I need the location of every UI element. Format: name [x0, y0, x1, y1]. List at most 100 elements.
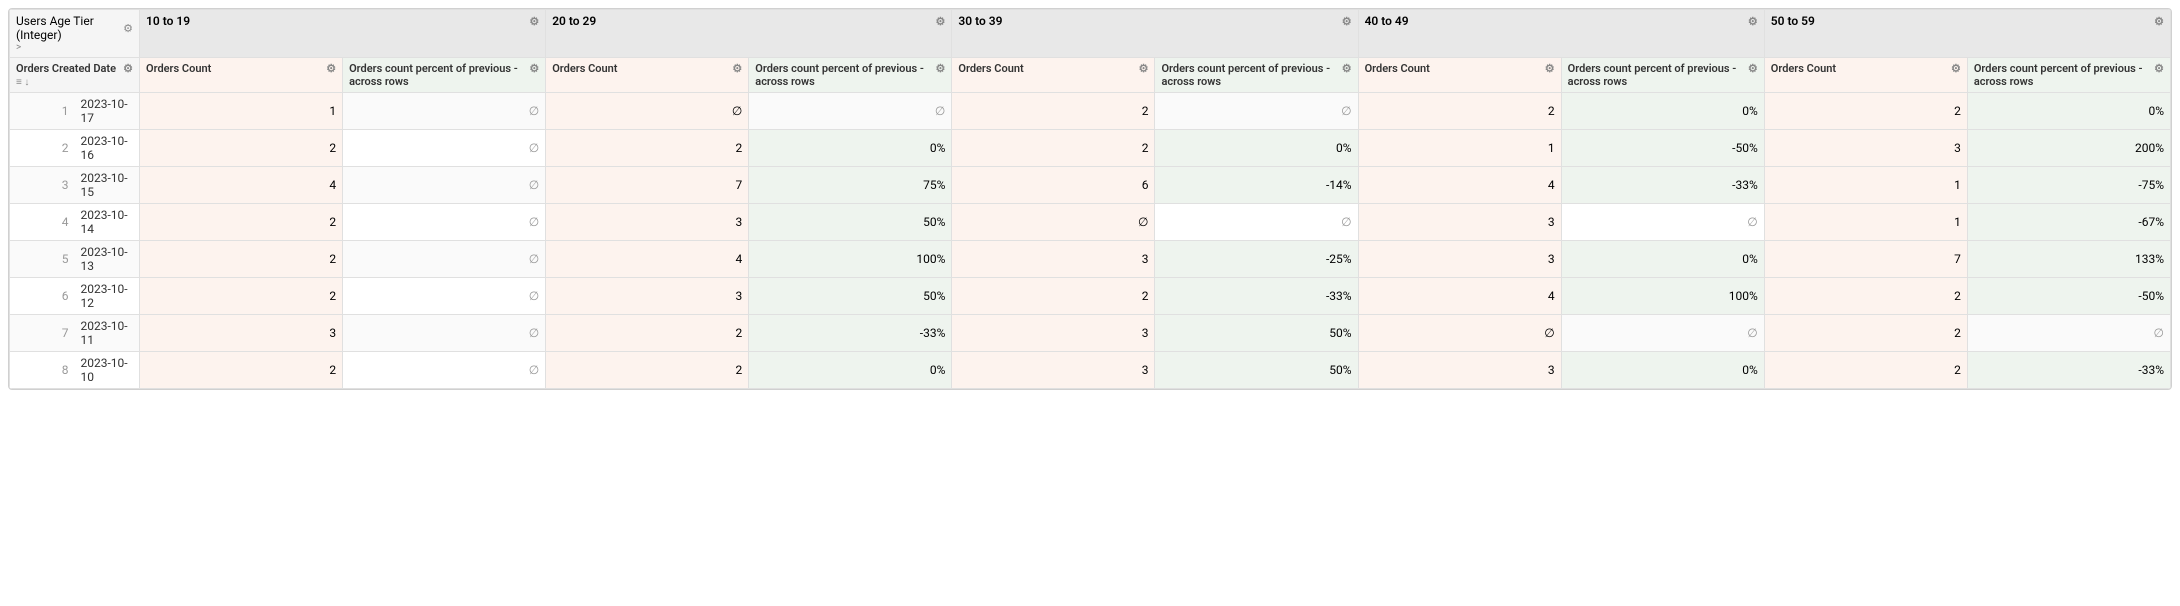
- t5-pct-cell: ∅: [1967, 315, 2170, 352]
- t2-pct-cell: 50%: [749, 278, 952, 315]
- t2-count-cell: 3: [546, 278, 749, 315]
- t3-count-cell: 2: [952, 93, 1155, 130]
- t1-pct-cell: ∅: [343, 167, 546, 204]
- tier-4049-gear-icon[interactable]: ⚙: [1748, 15, 1758, 28]
- t2-orders-label: Orders Count: [552, 62, 617, 75]
- t5-pct-cell: 133%: [1967, 241, 2170, 278]
- t4-orders-label: Orders Count: [1365, 62, 1430, 75]
- t4-count-cell: 2: [1358, 93, 1561, 130]
- t4-pct-cell: ∅: [1561, 204, 1764, 241]
- t1-orders-gear[interactable]: ⚙: [326, 62, 336, 75]
- t5-percent-gear[interactable]: ⚙: [2154, 62, 2164, 75]
- t4-pct-cell: -50%: [1561, 130, 1764, 167]
- t4-pct-cell: ∅: [1561, 315, 1764, 352]
- tier-3039-gear-icon[interactable]: ⚙: [1342, 15, 1352, 28]
- row-number: 7: [10, 315, 75, 352]
- t1-orders-label: Orders Count: [146, 62, 211, 75]
- date-gear-icon[interactable]: ⚙: [123, 62, 133, 75]
- t4-percent-gear[interactable]: ⚙: [1748, 62, 1758, 75]
- row-date: 2023-10-11: [75, 315, 140, 352]
- t5-count-cell: 2: [1764, 352, 1967, 389]
- t4-count-cell: 3: [1358, 204, 1561, 241]
- t1-count-cell: 2: [140, 130, 343, 167]
- t4-count-cell: 1: [1358, 130, 1561, 167]
- t5-count-cell: 2: [1764, 278, 1967, 315]
- tier-1019-label: 10 to 19: [146, 14, 190, 28]
- t1-pct-cell: ∅: [343, 204, 546, 241]
- t3-count-cell: 3: [952, 315, 1155, 352]
- t5-orders-gear[interactable]: ⚙: [1951, 62, 1961, 75]
- t3-pct-cell: -33%: [1155, 278, 1358, 315]
- t5-pct-cell: -75%: [1967, 167, 2170, 204]
- row-date: 2023-10-17: [75, 93, 140, 130]
- tier-1019-gear-icon[interactable]: ⚙: [529, 15, 539, 28]
- t3-orders-gear[interactable]: ⚙: [1139, 62, 1149, 75]
- row-number: 6: [10, 278, 75, 315]
- tier-4049-label: 40 to 49: [1365, 14, 1409, 28]
- t2-count-cell: 2: [546, 130, 749, 167]
- t4-count-cell: 4: [1358, 278, 1561, 315]
- tier-2029-label: 20 to 29: [552, 14, 596, 28]
- t4-percent-header: Orders count percent of previous - acros…: [1561, 58, 1764, 93]
- tier-1019-header: 10 to 19 ⚙: [140, 10, 546, 58]
- t4-orders-gear[interactable]: ⚙: [1545, 62, 1555, 75]
- t5-pct-cell: -33%: [1967, 352, 2170, 389]
- t1-count-cell: 2: [140, 278, 343, 315]
- t3-percent-gear[interactable]: ⚙: [1342, 62, 1352, 75]
- t1-orders-header: Orders Count ⚙: [140, 58, 343, 93]
- t4-pct-cell: 0%: [1561, 241, 1764, 278]
- t3-count-cell: 2: [952, 130, 1155, 167]
- dimension-header: Users Age Tier (Integer) ⚙ >: [10, 10, 140, 58]
- t4-pct-cell: 0%: [1561, 352, 1764, 389]
- t2-count-cell: 2: [546, 352, 749, 389]
- t1-count-cell: 1: [140, 93, 343, 130]
- row-number: 8: [10, 352, 75, 389]
- t5-orders-label: Orders Count: [1771, 62, 1836, 75]
- row-date: 2023-10-15: [75, 167, 140, 204]
- t5-count-cell: 1: [1764, 204, 1967, 241]
- tier-3039-header: 30 to 39 ⚙: [952, 10, 1358, 58]
- row-date: 2023-10-13: [75, 241, 140, 278]
- t3-percent-label: Orders count percent of previous - acros…: [1161, 62, 1341, 88]
- dimension-gear-icon[interactable]: ⚙: [123, 22, 133, 35]
- date-sort-icon[interactable]: ≡ ↓: [16, 77, 29, 88]
- t3-pct-cell: -14%: [1155, 167, 1358, 204]
- table-row: 5 2023-10-13 2 ∅ 4 100% 3 -25% 3 0% 7 13…: [10, 241, 2171, 278]
- t1-percent-label: Orders count percent of previous - acros…: [349, 62, 529, 88]
- t2-pct-cell: 100%: [749, 241, 952, 278]
- dimension-label: Users Age Tier (Integer): [16, 14, 123, 42]
- t2-pct-cell: 0%: [749, 352, 952, 389]
- t1-pct-cell: ∅: [343, 278, 546, 315]
- t2-percent-gear[interactable]: ⚙: [936, 62, 946, 75]
- t2-count-cell: 2: [546, 315, 749, 352]
- t3-pct-cell: ∅: [1155, 204, 1358, 241]
- t2-count-cell: 4: [546, 241, 749, 278]
- tier-4049-header: 40 to 49 ⚙: [1358, 10, 1764, 58]
- table-row: 7 2023-10-11 3 ∅ 2 -33% 3 50% ∅ ∅ 2 ∅: [10, 315, 2171, 352]
- t2-count-cell: 7: [546, 167, 749, 204]
- date-col-header: Orders Created Date ≡ ↓ ⚙: [10, 58, 140, 93]
- tier-3039-label: 30 to 39: [958, 14, 1002, 28]
- table-row: 4 2023-10-14 2 ∅ 3 50% ∅ ∅ 3 ∅ 1 -67%: [10, 204, 2171, 241]
- row-number: 3: [10, 167, 75, 204]
- table-row: 6 2023-10-12 2 ∅ 3 50% 2 -33% 4 100% 2 -…: [10, 278, 2171, 315]
- t2-percent-label: Orders count percent of previous - acros…: [755, 62, 935, 88]
- tier-5059-gear-icon[interactable]: ⚙: [2154, 15, 2164, 28]
- t5-pct-cell: 0%: [1967, 93, 2170, 130]
- t5-orders-header: Orders Count ⚙: [1764, 58, 1967, 93]
- tier-5059-header: 50 to 59 ⚙: [1764, 10, 2170, 58]
- t3-pct-cell: 50%: [1155, 352, 1358, 389]
- t1-percent-gear[interactable]: ⚙: [529, 62, 539, 75]
- t2-pct-cell: 50%: [749, 204, 952, 241]
- t3-orders-header: Orders Count ⚙: [952, 58, 1155, 93]
- t4-orders-header: Orders Count ⚙: [1358, 58, 1561, 93]
- row-date: 2023-10-10: [75, 352, 140, 389]
- t2-orders-gear[interactable]: ⚙: [732, 62, 742, 75]
- t5-percent-label: Orders count percent of previous - acros…: [1974, 62, 2154, 88]
- tier-2029-gear-icon[interactable]: ⚙: [936, 15, 946, 28]
- row-date: 2023-10-16: [75, 130, 140, 167]
- t3-pct-cell: 0%: [1155, 130, 1358, 167]
- t5-pct-cell: -67%: [1967, 204, 2170, 241]
- t3-pct-cell: ∅: [1155, 93, 1358, 130]
- t2-pct-cell: ∅: [749, 93, 952, 130]
